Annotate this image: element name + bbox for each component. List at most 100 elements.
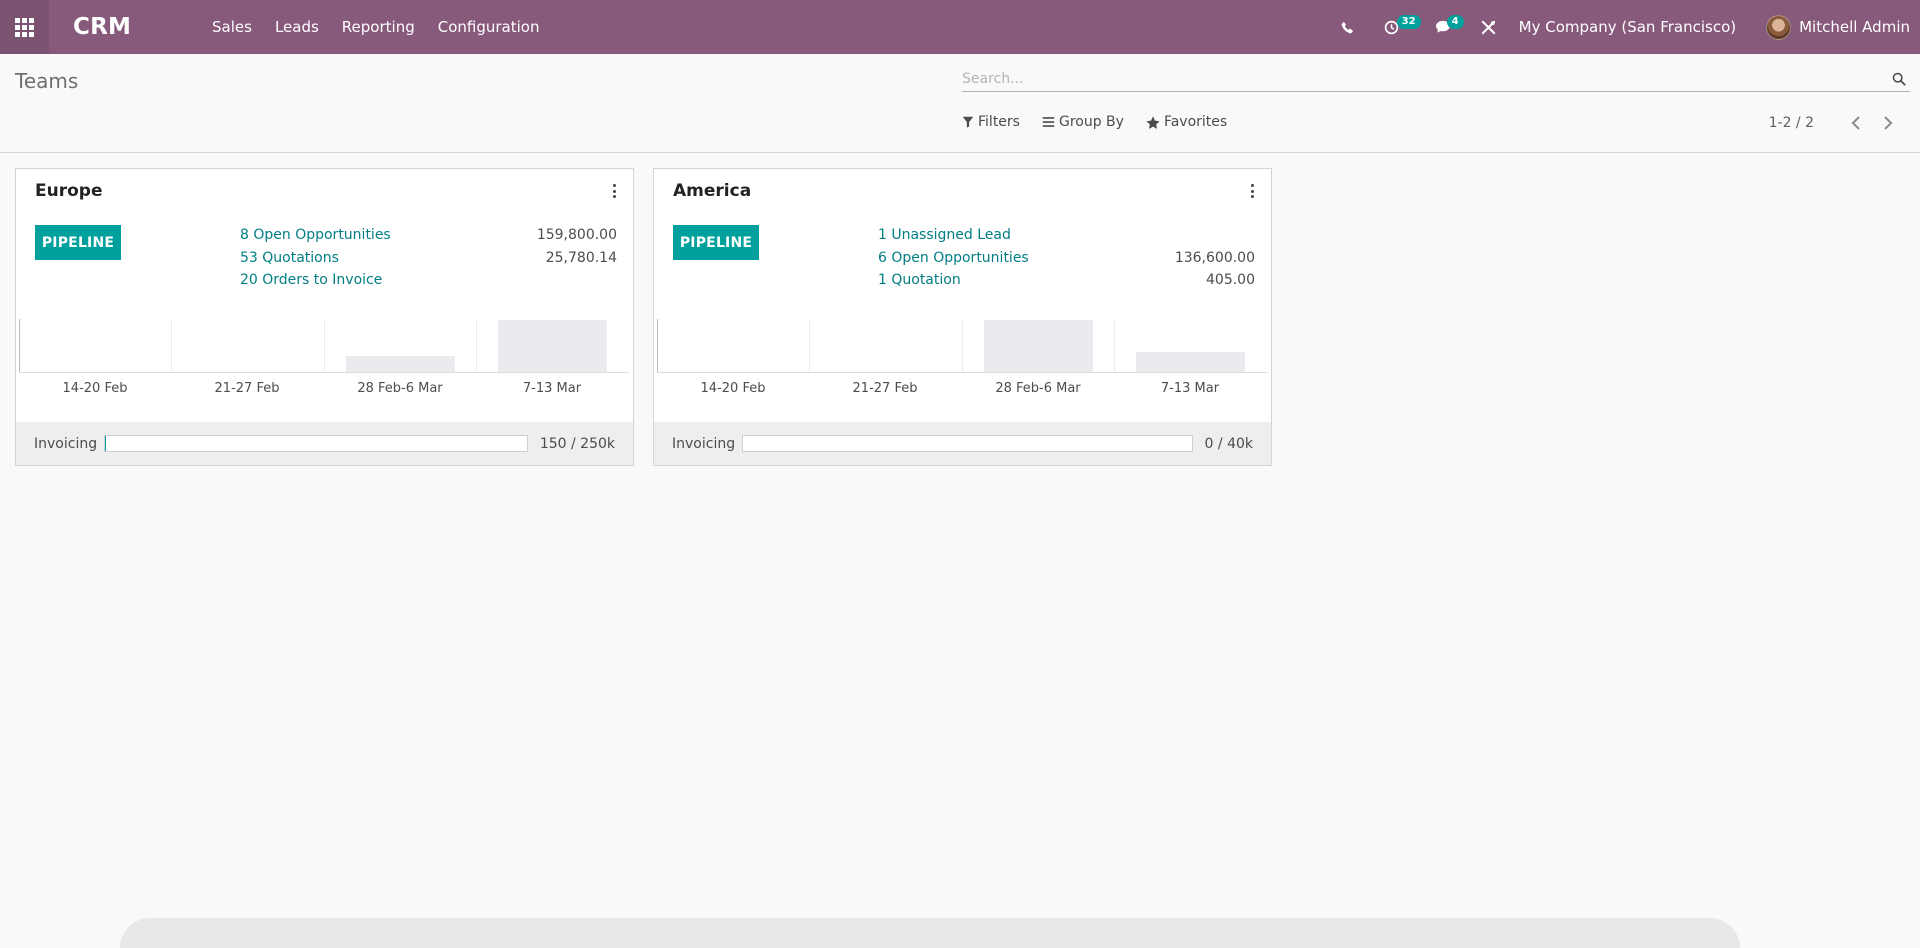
graph-bar <box>498 320 607 372</box>
stat-row: 53 Quotations 25,780.14 <box>240 247 617 270</box>
menu-item-leads[interactable]: Leads <box>275 18 319 36</box>
groupby-dropdown[interactable]: Group By <box>1042 114 1124 130</box>
more-dot <box>612 189 616 193</box>
graph-label: 14-20 Feb <box>700 381 766 396</box>
stat-value: 25,780.14 <box>545 249 617 266</box>
orders-to-invoice-link[interactable]: 20 Orders to Invoice <box>240 272 382 288</box>
invoicing-value: 0 / 40k <box>1204 435 1253 452</box>
invoicing-value: 150 / 250k <box>539 435 615 452</box>
app-switcher-button[interactable] <box>0 0 49 54</box>
stat-value: 136,600.00 <box>1174 249 1255 266</box>
graph-label: 7-13 Mar <box>1160 381 1220 396</box>
search-bar <box>962 66 1910 92</box>
stat-row: 1 Quotation 405.00 <box>878 269 1255 292</box>
search-button[interactable] <box>1888 72 1910 86</box>
filter-icon <box>962 116 974 128</box>
pipeline-button[interactable]: PIPELINE <box>35 225 121 260</box>
team-card-europe[interactable]: Europe PIPELINE 8 Open Opportunities 159… <box>15 168 634 466</box>
chevron-left-icon <box>1851 116 1860 130</box>
tools-icon <box>1481 20 1496 34</box>
open-opportunities-link[interactable]: 6 Open Opportunities <box>878 250 1029 266</box>
card-menu-button[interactable] <box>1247 182 1257 200</box>
graph-label: 7-13 Mar <box>522 381 582 396</box>
more-dot <box>612 184 616 187</box>
pager-next-button[interactable] <box>1876 112 1900 134</box>
debug-tools-button[interactable] <box>1473 0 1505 54</box>
graph-bar <box>984 320 1093 372</box>
invoicing-footer: Invoicing 0 / 40k <box>654 422 1271 465</box>
invoicing-progress-bar[interactable] <box>104 435 528 452</box>
search-icon <box>1892 72 1906 86</box>
invoicing-footer: Invoicing 150 / 250k <box>16 422 633 465</box>
graph-divider <box>962 319 963 372</box>
activities-count-badge: 32 <box>1396 15 1421 29</box>
apps-grid-icon <box>15 17 34 37</box>
open-opportunities-link[interactable]: 8 Open Opportunities <box>240 227 391 243</box>
page-title[interactable]: Teams <box>15 69 78 93</box>
activities-button[interactable]: 32 <box>1371 0 1427 54</box>
graph-label: 14-20 Feb <box>62 381 128 396</box>
search-input[interactable] <box>962 66 1888 91</box>
list-icon <box>1042 117 1055 127</box>
graph-baseline <box>657 372 1267 373</box>
graph-labels: 14-20 Feb 21-27 Feb 28 Feb-6 Mar 7-13 Ma… <box>657 381 1267 397</box>
main-navbar: CRM Sales Leads Reporting Configuration … <box>0 0 1920 54</box>
stat-value: 159,800.00 <box>536 227 617 244</box>
graph-bar <box>1136 352 1245 372</box>
graph-divider <box>809 319 810 372</box>
quotations-link[interactable]: 1 Quotation <box>878 272 961 288</box>
user-name: Mitchell Admin <box>1799 18 1910 36</box>
graph-labels: 14-20 Feb 21-27 Feb 28 Feb-6 Mar 7-13 Ma… <box>19 381 629 397</box>
quotations-link[interactable]: 53 Quotations <box>240 250 339 266</box>
favorites-dropdown[interactable]: Favorites <box>1146 114 1227 130</box>
more-dot <box>1250 195 1254 198</box>
app-brand[interactable]: CRM <box>73 14 193 40</box>
pipeline-button[interactable]: PIPELINE <box>673 225 759 260</box>
stat-row: 1 Unassigned Lead <box>878 224 1255 247</box>
more-dot <box>612 195 616 198</box>
stat-row: 8 Open Opportunities 159,800.00 <box>240 224 617 247</box>
graph-axis <box>19 319 20 372</box>
graph-baseline <box>19 372 629 373</box>
graph-label: 21-27 Feb <box>214 381 280 396</box>
invoicing-progress-bar[interactable] <box>742 435 1193 452</box>
graph-divider <box>324 319 325 372</box>
stat-row: 6 Open Opportunities 136,600.00 <box>878 247 1255 270</box>
messages-count-badge: 4 <box>1446 15 1464 29</box>
favorites-label: Favorites <box>1163 114 1228 130</box>
user-menu[interactable]: Mitchell Admin <box>1766 14 1910 40</box>
navbar-systray: 32 4 My Company (San Francisco) Mitchell… <box>1327 0 1920 54</box>
graph-label: 28 Feb-6 Mar <box>357 381 443 396</box>
stat-value: 405.00 <box>1206 272 1255 289</box>
team-graph[interactable] <box>657 319 1267 377</box>
team-card-america[interactable]: America PIPELINE 1 Unassigned Lead 6 Ope… <box>653 168 1272 466</box>
star-icon <box>1146 115 1160 129</box>
user-avatar <box>1766 14 1792 40</box>
pager-value[interactable]: 1-2 / 2 <box>1769 115 1814 131</box>
graph-label: 21-27 Feb <box>852 381 918 396</box>
messages-button[interactable]: 4 <box>1427 0 1473 54</box>
menu-item-configuration[interactable]: Configuration <box>438 18 540 36</box>
pager-previous-button[interactable] <box>1844 112 1868 134</box>
groupby-label: Group By <box>1058 114 1124 130</box>
chevron-right-icon <box>1884 116 1893 130</box>
graph-divider <box>171 319 172 372</box>
menu-item-sales[interactable]: Sales <box>212 18 252 36</box>
card-menu-button[interactable] <box>609 182 619 200</box>
pager: 1-2 / 2 <box>1769 112 1900 134</box>
graph-axis <box>657 319 658 372</box>
phone-button[interactable] <box>1327 0 1369 54</box>
unassigned-leads-link[interactable]: 1 Unassigned Lead <box>878 227 1011 243</box>
company-switcher[interactable]: My Company (San Francisco) <box>1519 18 1736 36</box>
menu-item-reporting[interactable]: Reporting <box>342 18 415 36</box>
filters-dropdown[interactable]: Filters <box>962 114 1020 130</box>
control-panel: Teams Filters Group By Favorites 1-2 / 2 <box>0 54 1920 153</box>
graph-bar <box>346 356 455 372</box>
team-title: Europe <box>35 181 103 201</box>
search-options: Filters Group By Favorites <box>962 114 1249 130</box>
team-graph[interactable] <box>19 319 629 377</box>
graph-divider <box>1114 319 1115 372</box>
team-stats: 1 Unassigned Lead 6 Open Opportunities 1… <box>878 224 1255 292</box>
invoicing-label: Invoicing <box>34 435 98 452</box>
filters-label: Filters <box>978 114 1020 130</box>
